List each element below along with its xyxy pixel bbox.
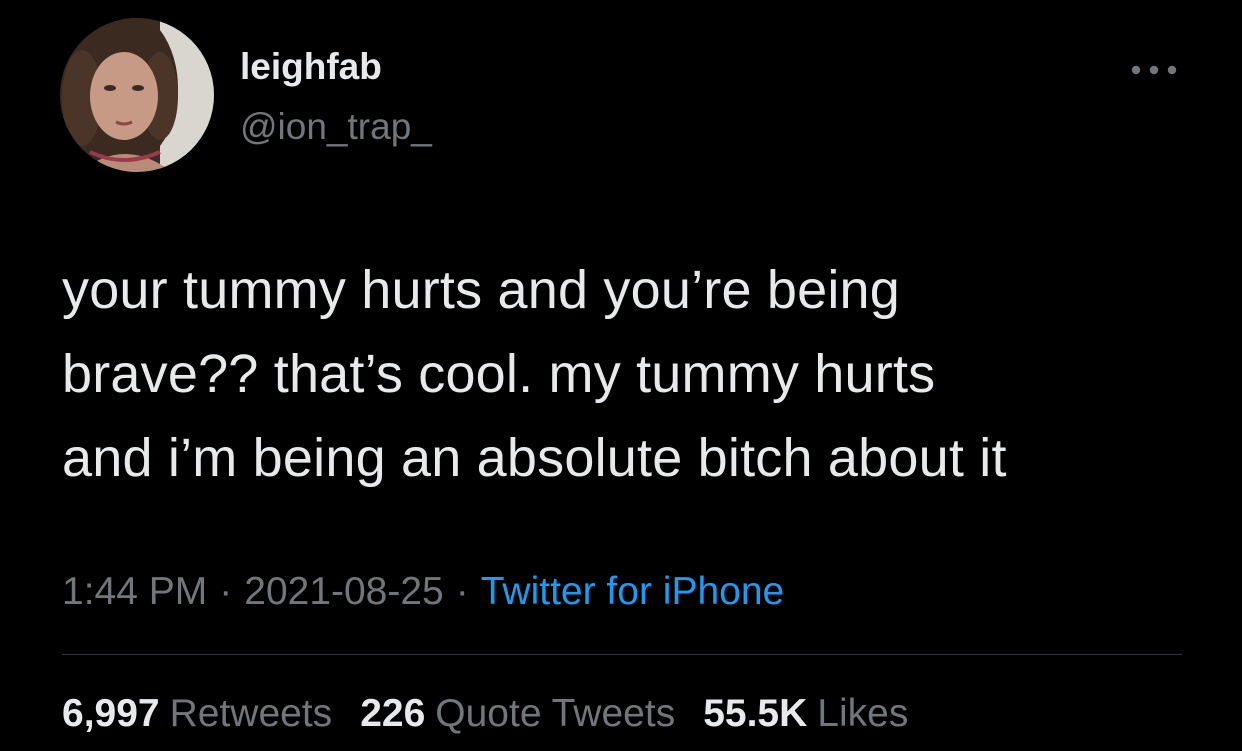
retweets-stat[interactable]: 6,997 Retweets <box>62 690 332 738</box>
retweets-label: Retweets <box>169 692 333 735</box>
tweet-card: leighfab @ion_trap_ your tummy hurts and… <box>0 0 1242 751</box>
tweet-time[interactable]: 1:44 PM <box>62 570 207 613</box>
avatar[interactable] <box>60 18 214 172</box>
quote-tweets-label: Quote Tweets <box>435 692 676 735</box>
tweet-meta: 1:44 PM · 2021-08-25 · Twitter for iPhone <box>62 568 784 616</box>
tweet-text: your tummy hurts and you’re being brave?… <box>62 248 1202 500</box>
display-name[interactable]: leighfab <box>240 48 382 85</box>
tweet-date[interactable]: 2021-08-25 <box>244 570 444 613</box>
likes-count: 55.5K <box>703 692 808 735</box>
likes-stat[interactable]: 55.5K Likes <box>703 690 908 738</box>
tweet-source-link[interactable]: Twitter for iPhone <box>481 570 784 613</box>
retweets-count: 6,997 <box>62 692 160 735</box>
divider <box>62 654 1182 655</box>
tweet-stats: 6,997 Retweets 226 Quote Tweets 55.5K Likes <box>62 690 936 738</box>
more-options-button[interactable] <box>1124 56 1184 84</box>
meta-separator: · <box>455 570 469 613</box>
user-handle[interactable]: @ion_trap_ <box>240 108 432 145</box>
quote-tweets-count: 226 <box>360 692 426 735</box>
more-horizontal-icon <box>1131 65 1177 75</box>
avatar-image <box>60 18 214 172</box>
meta-separator: · <box>219 570 233 613</box>
tweet-text-line: your tummy hurts and you’re being <box>62 260 901 320</box>
quote-tweets-stat[interactable]: 226 Quote Tweets <box>360 690 675 738</box>
tweet-text-line: brave?? that’s cool. my tummy hurts <box>62 344 936 404</box>
tweet-text-line: and i’m being an absolute bitch about it <box>62 428 1007 488</box>
likes-label: Likes <box>817 692 909 735</box>
